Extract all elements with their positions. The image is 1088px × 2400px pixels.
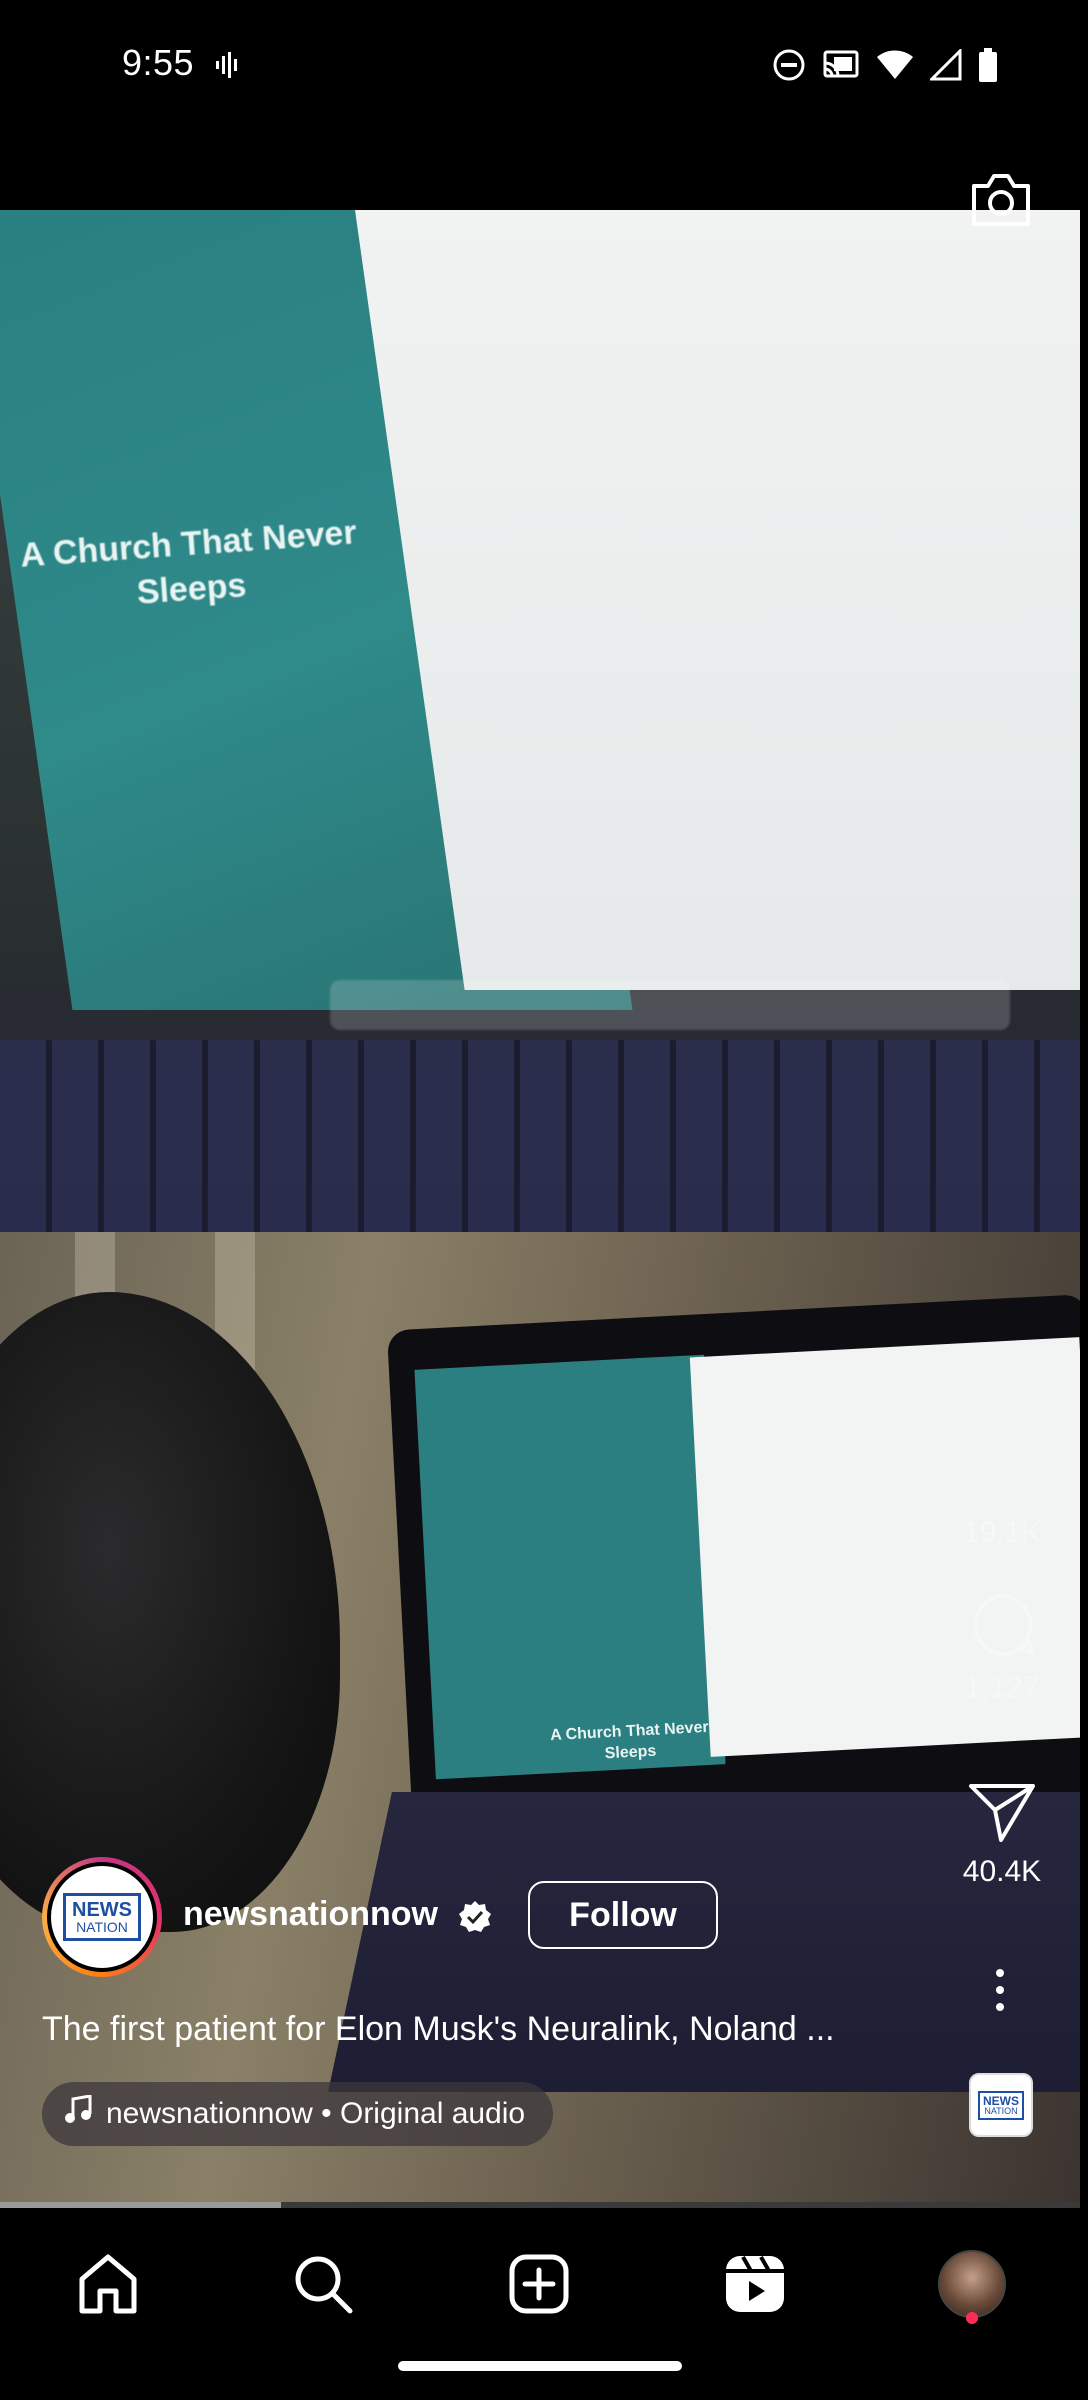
status-bar: 9:55 xyxy=(0,0,1088,135)
do-not-disturb-icon xyxy=(772,48,806,87)
screen-document-panel xyxy=(355,210,1080,990)
audio-thumbnail[interactable]: NEWS NATION xyxy=(969,2073,1033,2137)
follow-button[interactable]: Follow xyxy=(528,1881,718,1949)
comment-icon xyxy=(967,1594,1037,1664)
audio-attribution[interactable]: newsnationnow • Original audio xyxy=(42,2082,554,2146)
nav-create-icon[interactable] xyxy=(499,2244,579,2324)
bottom-navigation xyxy=(0,2208,1088,2400)
video-frame-top: A Church That Never Sleeps xyxy=(0,210,1080,1232)
like-action[interactable]: 19.1K xyxy=(937,1510,1067,1550)
audio-label: newsnationnow • Original audio xyxy=(106,2097,526,2130)
comment-action[interactable]: 1,127 xyxy=(937,1590,1067,1705)
nav-reels-icon[interactable] xyxy=(715,2244,795,2324)
person-silhouette xyxy=(0,1292,340,1932)
share-action[interactable]: 40.4K xyxy=(937,1780,1067,1889)
battery-icon xyxy=(978,48,998,87)
voice-activity-icon xyxy=(214,50,242,85)
camera-icon[interactable] xyxy=(968,170,1034,230)
home-indicator[interactable] xyxy=(398,2361,682,2371)
comment-count: 1,127 xyxy=(964,1671,1040,1704)
author-username[interactable]: newsnationnow xyxy=(183,1895,438,1934)
author-avatar[interactable]: NEWS NATION xyxy=(42,1857,162,1977)
wifi-icon xyxy=(876,49,914,86)
like-count: 19.1K xyxy=(962,1516,1042,1549)
reel-caption[interactable]: The first patient for Elon Musk's Neural… xyxy=(42,2010,922,2049)
screen-dock xyxy=(330,980,1010,1030)
profile-avatar xyxy=(938,2250,1006,2318)
newsnation-logo: NEWS NATION xyxy=(978,2090,1024,2120)
nav-home-icon[interactable] xyxy=(68,2244,148,2324)
laptop-teal-panel xyxy=(414,1354,726,1780)
newsnation-logo: NEWS NATION xyxy=(63,1893,141,1941)
status-time: 9:55 xyxy=(122,42,195,83)
cast-icon xyxy=(822,49,860,86)
status-icons xyxy=(772,47,998,87)
verified-badge-icon xyxy=(457,1899,493,1935)
more-options-icon[interactable] xyxy=(985,1965,1015,2015)
video-frame-bottom: A Church That Never Sleeps xyxy=(0,1232,1080,2205)
send-icon xyxy=(967,1784,1037,1848)
share-count: 40.4K xyxy=(962,1855,1042,1888)
nav-search-icon[interactable] xyxy=(283,2244,363,2324)
keyboard xyxy=(0,1040,1080,1232)
music-note-icon xyxy=(64,2094,92,2133)
notification-dot xyxy=(966,2312,978,2324)
signal-icon xyxy=(928,47,962,86)
